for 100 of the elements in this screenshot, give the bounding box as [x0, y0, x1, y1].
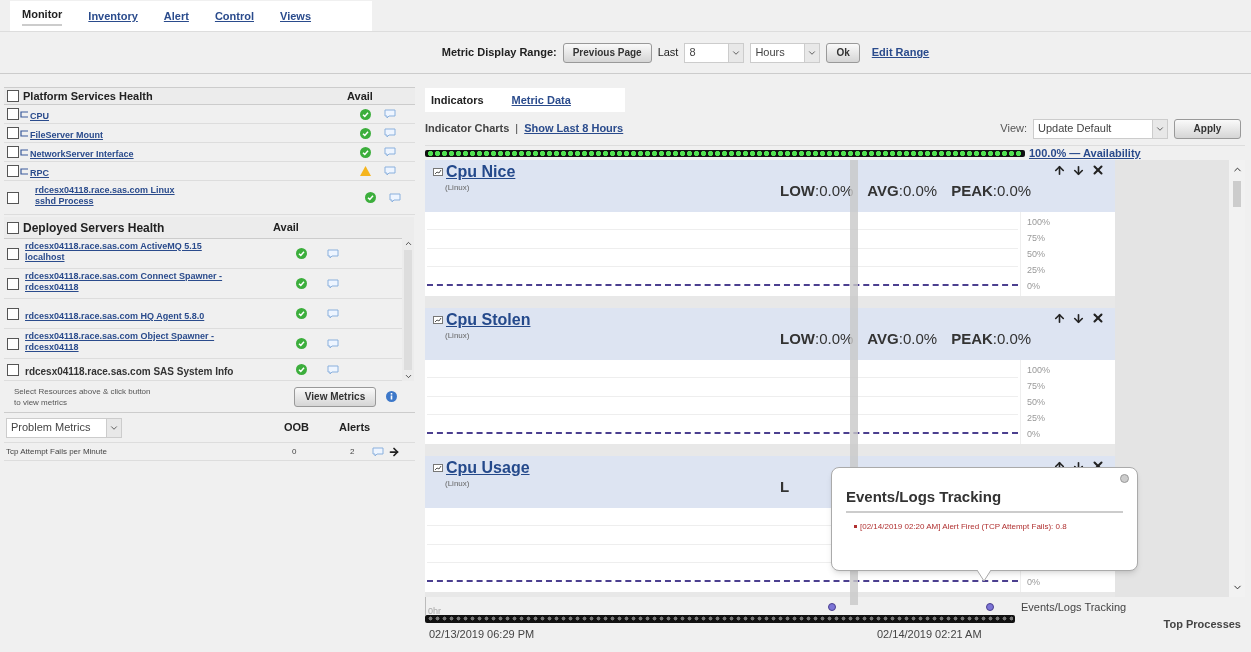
chart-subtitle: (Linux) [444, 182, 471, 194]
count-select[interactable]: 8 [684, 42, 745, 63]
axis-tick-label: 100% [1027, 364, 1052, 377]
axis-tick-label: 75% [1027, 380, 1046, 393]
axis-tick-label: 0% [1027, 428, 1041, 441]
last-label: Last [657, 45, 679, 61]
separator: | [515, 121, 519, 137]
chart-icon [433, 168, 443, 176]
stat-reading: AVG:0.0% [867, 329, 938, 349]
chart-title-link[interactable]: Cpu Nice [446, 162, 516, 182]
checkbox[interactable] [7, 307, 19, 320]
event-marker[interactable] [828, 603, 836, 611]
view-tab[interactable]: Metric Data [511, 91, 571, 109]
stat-reading: LOW:0.0% [780, 329, 854, 349]
section-title: Indicator Charts [425, 121, 510, 137]
column-header: OOB [284, 420, 311, 436]
resource-link[interactable]: NetworkServer Interface [30, 149, 180, 160]
events-label: Events/Logs Tracking [1021, 600, 1128, 615]
checkbox[interactable] [7, 363, 19, 376]
resource-link[interactable]: rdcesx04118.race.sas.com HQ Agent 5.8.0 [25, 310, 240, 322]
resource-link[interactable]: CPU [30, 111, 180, 122]
event-marker[interactable] [986, 603, 994, 611]
chart-title-link[interactable]: Cpu Stolen [446, 310, 531, 330]
move-up-icon[interactable] [1053, 311, 1066, 325]
edit-range-link[interactable]: Edit Range [871, 44, 930, 61]
checkbox[interactable] [7, 191, 19, 204]
nav-tab[interactable]: Views [280, 7, 311, 25]
nav-tab[interactable]: Inventory [88, 7, 138, 25]
metric-name: Tcp Attempt Fails per Minute [6, 445, 108, 458]
info-icon[interactable] [386, 391, 397, 402]
arrow-right-icon[interactable] [388, 445, 400, 458]
nav-tab[interactable]: Monitor [22, 5, 63, 27]
ok-button[interactable]: Ok [826, 42, 860, 63]
resource-link[interactable]: FileServer Mount [30, 130, 180, 141]
axis-tick-label: 75% [1027, 232, 1046, 245]
view-select[interactable]: Update Default [1033, 118, 1168, 139]
chart-subtitle: (Linux) [444, 330, 471, 342]
axis-tick-label: 100% [1027, 216, 1052, 229]
stat-reading: AVG:0.0% [867, 181, 938, 201]
hint-text: Select Resources above & click button to view metrics [14, 385, 152, 408]
chart-title-link[interactable]: Cpu Usage [446, 458, 530, 478]
end-date: 02/14/2019 02:21 AM [877, 627, 982, 642]
checkbox[interactable] [7, 90, 19, 102]
checkbox[interactable] [7, 165, 19, 177]
axis-tick-label: 0% [1027, 280, 1041, 293]
axis-tick-label: 25% [1027, 412, 1046, 425]
column-header: Avail [273, 220, 299, 236]
previous-page-button[interactable]: Previous Page [562, 42, 652, 63]
chart-icon [433, 316, 443, 324]
axis-tick-label: 0% [1027, 576, 1041, 589]
folder-icon [19, 148, 28, 156]
checkbox[interactable] [7, 146, 19, 158]
popover-title: Events/Logs Tracking [846, 486, 1123, 513]
close-icon[interactable] [1091, 311, 1105, 325]
show-last-link[interactable]: Show Last 8 Hours [524, 120, 624, 137]
scrollbar[interactable] [402, 217, 414, 381]
nav-tab[interactable]: Control [214, 7, 254, 25]
stat-reading: L [780, 477, 790, 497]
scroll-up-icon[interactable] [403, 239, 413, 248]
top-processes-label: Top Processes [1163, 616, 1242, 632]
view-tab[interactable]: Indicators [431, 91, 484, 109]
resource-link[interactable]: rdcesx04118.race.sas.com Linux sshd Process [35, 184, 185, 207]
unit-select[interactable]: Hours [750, 42, 821, 63]
move-up-icon[interactable] [1053, 163, 1066, 177]
chart-icon [433, 464, 443, 472]
stat-reading: PEAK:0.0% [951, 181, 1032, 201]
start-date: 02/13/2019 06:29 PM [429, 627, 536, 642]
checkbox[interactable] [7, 247, 19, 260]
checkbox[interactable] [7, 221, 19, 234]
close-icon[interactable] [1091, 163, 1105, 177]
availability-link[interactable]: 100.0% — Availability [1029, 144, 1141, 162]
alert-count: 2 [350, 445, 356, 458]
nav-tab[interactable]: Alert [163, 7, 189, 25]
folder-icon [19, 110, 28, 118]
resource-link[interactable]: rdcesx04118.race.sas.com ActiveMQ 5.15 localhost [25, 240, 240, 263]
checkbox[interactable] [7, 337, 19, 350]
problem-metrics-select[interactable]: Problem Metrics [6, 417, 122, 438]
move-down-icon[interactable] [1072, 163, 1085, 177]
resource-link[interactable]: rdcesx04118.race.sas.com Connect Spawner - rdcesx04118 [25, 270, 240, 293]
range-label: Metric Display Range: [441, 45, 557, 61]
view-label: View: [1000, 121, 1027, 137]
move-down-icon[interactable] [1072, 311, 1085, 325]
column-header: Avail [347, 88, 373, 104]
oob-count: 0 [292, 445, 298, 458]
resource-link[interactable]: rdcesx04118.race.sas.com Object Spawner - rdcesx04118 [25, 330, 240, 353]
time-navigator[interactable] [425, 615, 1015, 623]
table-title: Platform Services Health [23, 88, 154, 104]
scroll-down-icon[interactable] [403, 372, 413, 381]
scroll-thumb[interactable] [1233, 181, 1241, 207]
time-axis-label: 0hr [427, 606, 441, 616]
view-metrics-button[interactable]: View Metrics [294, 386, 376, 407]
apply-button[interactable]: Apply [1174, 118, 1241, 139]
axis-tick-label: 50% [1027, 248, 1046, 261]
checkbox[interactable] [7, 108, 19, 120]
resource-link[interactable]: RPC [30, 168, 180, 179]
axis-tick-label: 25% [1027, 264, 1046, 277]
checkbox[interactable] [7, 127, 19, 139]
checkbox[interactable] [7, 277, 19, 290]
stat-reading: PEAK:0.0% [951, 329, 1032, 349]
table-title: Deployed Servers Health [23, 219, 166, 237]
